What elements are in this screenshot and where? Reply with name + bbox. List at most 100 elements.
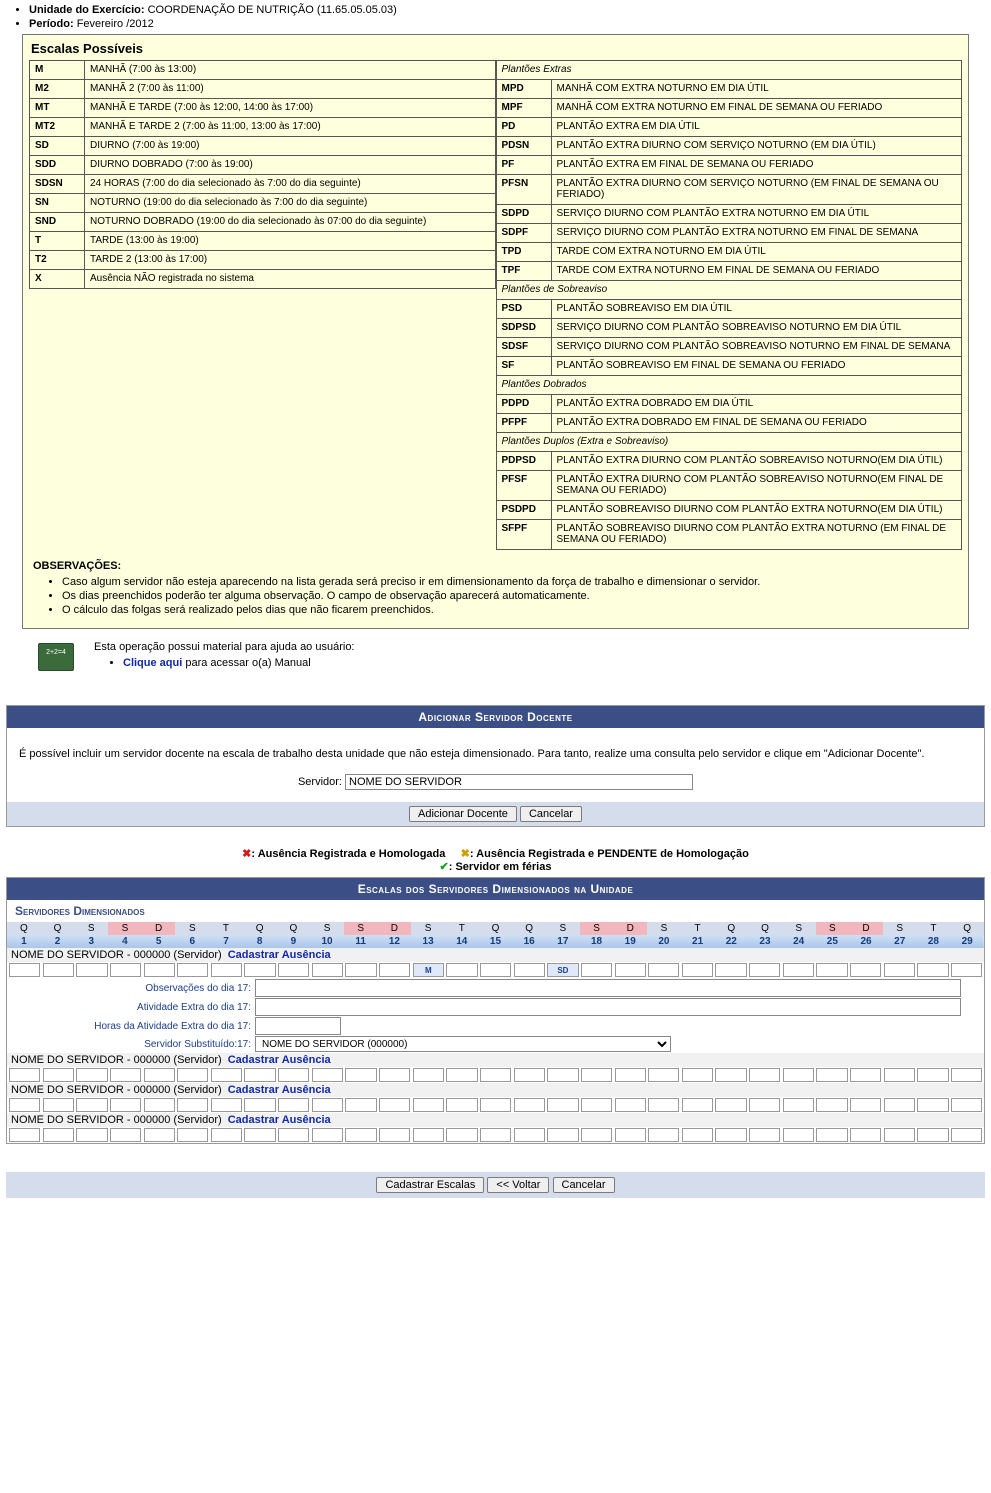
day-cell-input[interactable] — [850, 1128, 881, 1142]
day-cell-input[interactable] — [312, 963, 343, 977]
day-cell-input[interactable] — [345, 963, 376, 977]
day-cell-input[interactable] — [312, 1098, 343, 1112]
day-cell-input[interactable] — [446, 1068, 477, 1082]
day-cell-input[interactable] — [9, 963, 40, 977]
cad-ausencia-link[interactable]: Cadastrar Ausência — [228, 1084, 331, 1096]
obs-dia-input[interactable] — [255, 979, 961, 997]
day-cell-input[interactable] — [110, 1068, 141, 1082]
day-cell-input[interactable] — [917, 1098, 948, 1112]
day-cell-input[interactable] — [379, 963, 410, 977]
day-cell-input[interactable] — [547, 1128, 578, 1142]
day-cell-input[interactable] — [783, 963, 814, 977]
day-cell-input[interactable] — [312, 1068, 343, 1082]
day-cell-input[interactable] — [110, 1128, 141, 1142]
day-cell-input[interactable] — [783, 1068, 814, 1082]
day-cell-input[interactable] — [749, 1098, 780, 1112]
day-cell-input[interactable] — [43, 1098, 74, 1112]
day-cell-input[interactable] — [43, 963, 74, 977]
day-cell-input[interactable] — [514, 1098, 545, 1112]
day-cell-input[interactable] — [9, 1068, 40, 1082]
day-cell-input[interactable] — [144, 1098, 175, 1112]
day-cell-input[interactable] — [514, 963, 545, 977]
day-cell-input[interactable] — [951, 1068, 982, 1082]
day-cell-input[interactable] — [244, 1098, 275, 1112]
day-cell-input[interactable] — [446, 1098, 477, 1112]
cancelar-add-button[interactable]: Cancelar — [520, 806, 582, 822]
day-cell-input[interactable] — [884, 1098, 915, 1112]
day-cell-input[interactable] — [615, 1128, 646, 1142]
day-cell-input[interactable] — [715, 1128, 746, 1142]
day-cell-input[interactable] — [211, 1098, 242, 1112]
day-cell-input[interactable] — [884, 1128, 915, 1142]
day-cell-input[interactable] — [9, 1098, 40, 1112]
day-cell-input[interactable] — [480, 1068, 511, 1082]
day-cell-input[interactable] — [884, 963, 915, 977]
day-cell-input[interactable] — [110, 963, 141, 977]
day-cell-input[interactable] — [379, 1068, 410, 1082]
day-cell-input[interactable] — [413, 963, 444, 977]
day-cell-input[interactable] — [211, 1068, 242, 1082]
day-cell-input[interactable] — [480, 1098, 511, 1112]
day-cell-input[interactable] — [379, 1128, 410, 1142]
day-cell-input[interactable] — [547, 1068, 578, 1082]
day-cell-input[interactable] — [43, 1068, 74, 1082]
day-cell-input[interactable] — [345, 1098, 376, 1112]
day-cell-input[interactable] — [783, 1128, 814, 1142]
day-cell-input[interactable] — [951, 1098, 982, 1112]
day-cell-input[interactable] — [682, 1068, 713, 1082]
day-cell-input[interactable] — [244, 963, 275, 977]
day-cell-input[interactable] — [648, 1068, 679, 1082]
help-link[interactable]: Clique aqui — [123, 657, 182, 669]
day-cell-input[interactable] — [581, 1068, 612, 1082]
day-cell-input[interactable] — [144, 1068, 175, 1082]
day-cell-input[interactable] — [749, 963, 780, 977]
day-cell-input[interactable] — [917, 1128, 948, 1142]
adicionar-docente-button[interactable]: Adicionar Docente — [409, 806, 517, 822]
day-cell-input[interactable] — [951, 963, 982, 977]
day-cell-input[interactable] — [917, 1068, 948, 1082]
day-cell-input[interactable] — [278, 963, 309, 977]
cancelar-footer-button[interactable]: Cancelar — [553, 1177, 615, 1193]
day-cell-input[interactable] — [514, 1128, 545, 1142]
cad-ausencia-link[interactable]: Cadastrar Ausência — [228, 1054, 331, 1066]
day-cell-input[interactable] — [480, 963, 511, 977]
day-cell-input[interactable] — [514, 1068, 545, 1082]
day-cell-input[interactable] — [177, 1098, 208, 1112]
day-cell-input[interactable] — [547, 963, 578, 977]
voltar-button[interactable]: << Voltar — [487, 1177, 549, 1193]
day-cell-input[interactable] — [816, 963, 847, 977]
day-cell-input[interactable] — [648, 1098, 679, 1112]
cad-ausencia-link[interactable]: Cadastrar Ausência — [228, 1114, 331, 1126]
day-cell-input[interactable] — [648, 1128, 679, 1142]
day-cell-input[interactable] — [144, 963, 175, 977]
day-cell-input[interactable] — [850, 1098, 881, 1112]
day-cell-input[interactable] — [715, 1068, 746, 1082]
day-cell-input[interactable] — [177, 963, 208, 977]
day-cell-input[interactable] — [884, 1068, 915, 1082]
day-cell-input[interactable] — [581, 1098, 612, 1112]
day-cell-input[interactable] — [682, 1098, 713, 1112]
day-cell-input[interactable] — [581, 1128, 612, 1142]
day-cell-input[interactable] — [413, 1068, 444, 1082]
day-cell-input[interactable] — [682, 1128, 713, 1142]
day-cell-input[interactable] — [312, 1128, 343, 1142]
day-cell-input[interactable] — [615, 1098, 646, 1112]
day-cell-input[interactable] — [715, 963, 746, 977]
day-cell-input[interactable] — [783, 1098, 814, 1112]
day-cell-input[interactable] — [648, 963, 679, 977]
day-cell-input[interactable] — [345, 1068, 376, 1082]
day-cell-input[interactable] — [110, 1098, 141, 1112]
day-cell-input[interactable] — [615, 1068, 646, 1082]
day-cell-input[interactable] — [850, 1068, 881, 1082]
day-cell-input[interactable] — [144, 1128, 175, 1142]
day-cell-input[interactable] — [379, 1098, 410, 1112]
day-cell-input[interactable] — [413, 1128, 444, 1142]
day-cell-input[interactable] — [547, 1098, 578, 1112]
day-cell-input[interactable] — [244, 1068, 275, 1082]
day-cell-input[interactable] — [816, 1068, 847, 1082]
day-cell-input[interactable] — [682, 963, 713, 977]
cadastrar-escalas-button[interactable]: Cadastrar Escalas — [376, 1177, 484, 1193]
day-cell-input[interactable] — [9, 1128, 40, 1142]
day-cell-input[interactable] — [76, 1068, 107, 1082]
day-cell-input[interactable] — [749, 1128, 780, 1142]
